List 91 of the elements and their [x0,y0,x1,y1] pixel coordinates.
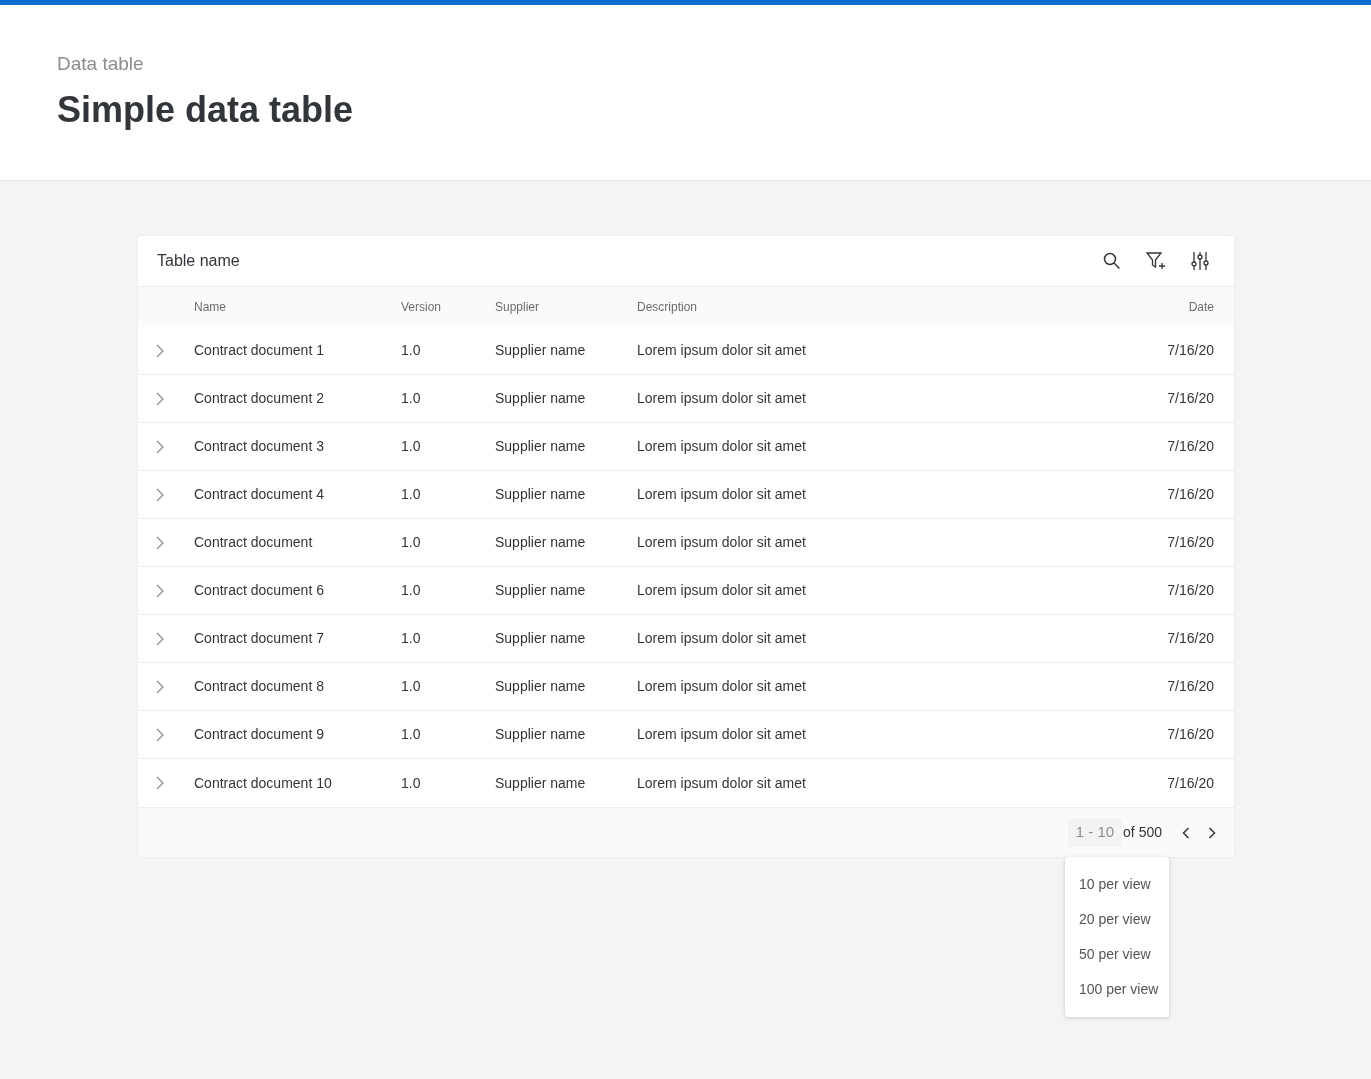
table-cell: 1.0 [401,342,421,358]
expand-row-button[interactable] [154,486,166,503]
chevron-icon [156,776,164,790]
table-cell: Contract document 10 [194,774,332,791]
table-cell: Contract document 2 [194,390,324,406]
table-cell: Contract document 8 [194,678,324,694]
table-cell: Supplier name [495,390,586,406]
expand-row-button[interactable] [154,534,166,551]
table-cell: 7/16/20 [1167,486,1214,502]
table-cell: 1.0 [401,438,421,454]
table-cell: Supplier name [495,726,586,742]
table-cell: 7/16/20 [1167,678,1214,694]
expand-row-button[interactable] [154,390,166,407]
table-cell: Contract document 6 [194,582,324,598]
menu-item[interactable]: 100 per view [1065,972,1169,1007]
table-cell: 1.0 [401,390,421,406]
expand-row-button[interactable] [154,775,166,791]
column-header: Description [637,300,698,314]
table-cell: Supplier name [495,342,586,358]
table-cell: Lorem ipsum dolor sit amet [637,534,806,550]
chevron-icon [156,487,164,502]
chevron-icon [156,679,164,694]
table-cell: Lorem ipsum dolor sit amet [637,486,806,502]
breadcrumb: Data table [57,52,144,76]
table-cell: 1.0 [401,774,421,791]
chevron-icon [156,727,164,742]
chevron-icon [156,391,164,406]
table-cell: 1.0 [401,630,421,646]
table-cell: Lorem ipsum dolor sit amet [637,774,806,791]
table-cell: 1.0 [401,534,421,550]
table-cell: Supplier name [495,534,586,550]
table-cell: 7/16/20 [1167,774,1214,791]
table-cell: 7/16/20 [1167,630,1214,646]
table-cell: Supplier name [495,774,586,791]
table-cell: Contract document 7 [194,630,324,646]
chevron-icon [156,535,164,550]
expand-row-button[interactable] [154,678,166,695]
table-cell: 1.0 [401,726,421,742]
table-cell: Supplier name [495,678,586,694]
table-cell: Supplier name [495,630,586,646]
table-cell: 7/16/20 [1167,726,1214,742]
table-cell: Contract document 9 [194,726,324,742]
table-cell: 1.0 [401,486,421,502]
expand-row-button[interactable] [154,438,166,455]
table-cell: Lorem ipsum dolor sit amet [637,678,806,694]
total-count: of 500 [1123,823,1162,842]
chevron-left-icon [1182,826,1190,839]
table-cell: Supplier name [495,438,586,454]
table-cell: Lorem ipsum dolor sit amet [637,390,806,406]
table-cell: Lorem ipsum dolor sit amet [637,726,806,742]
table-cell: 7/16/20 [1167,582,1214,598]
search-button[interactable] [1102,251,1122,271]
chevron-icon [156,343,164,358]
column-header: Version [401,300,442,314]
search-icon [1103,252,1121,270]
table-cell: Lorem ipsum dolor sit amet [637,342,806,358]
table-cell: Lorem ipsum dolor sit amet [637,630,806,646]
table-cell: Lorem ipsum dolor sit amet [637,582,806,598]
menu-item[interactable]: 50 per view [1065,937,1169,972]
table-cell: Contract document 1 [194,342,324,358]
chevron-right-icon [1208,826,1216,839]
expand-row-button[interactable] [154,630,166,647]
sliders-icon [1190,251,1210,271]
chevron-icon [156,439,164,454]
column-header: Name [194,300,226,314]
table-cell: Supplier name [495,582,586,598]
expand-row-button[interactable] [154,342,166,359]
settings-button[interactable] [1190,251,1210,271]
table-cell: 7/16/20 [1167,534,1214,550]
table-cell: Lorem ipsum dolor sit amet [637,438,806,454]
expand-row-button[interactable] [154,726,166,743]
table-title: Table name [157,251,240,271]
menu-item[interactable]: 20 per view [1065,902,1169,937]
chevron-icon [156,631,164,646]
table-cell: 1.0 [401,582,421,598]
column-header: Supplier [495,300,540,314]
table-cell: 1.0 [401,678,421,694]
table-cell: Contract document 3 [194,438,324,454]
table-cell: 7/16/20 [1167,342,1214,358]
table-cell: 7/16/20 [1167,438,1214,454]
table-cell: Contract document [194,534,313,550]
filter-plus-icon [1146,251,1166,271]
table-cell: 7/16/20 [1167,390,1214,406]
table-cell: Contract document 4 [194,486,324,502]
table-cell: Supplier name [495,486,586,502]
add-filter-button[interactable] [1146,251,1166,271]
menu-item[interactable]: 10 per view [1065,867,1169,902]
chevron-icon [156,583,164,598]
column-header: Date [1188,300,1214,314]
page-title: Simple data table [57,89,354,131]
expand-row-button[interactable] [154,582,166,599]
